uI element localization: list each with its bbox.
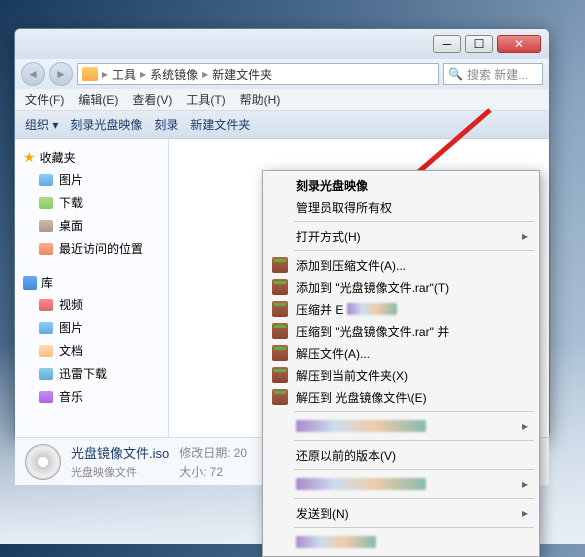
close-button[interactable]: ✕ — [497, 35, 541, 53]
minimize-button[interactable]: ─ — [433, 35, 461, 53]
ctx-take-ownership[interactable]: 管理员取得所有权 — [266, 196, 536, 218]
sidebar-item-music[interactable]: 音乐 — [19, 385, 164, 408]
back-button[interactable]: ◄ — [21, 62, 45, 86]
separator — [294, 527, 534, 528]
search-icon: 🔍 — [448, 67, 463, 81]
chevron-right-icon: ▸ — [522, 419, 528, 433]
separator — [294, 440, 534, 441]
thunder-icon — [39, 368, 53, 380]
ctx-add-to-rar[interactable]: 添加到 "光盘镜像文件.rar"(T) — [266, 276, 536, 298]
sidebar-item-downloads[interactable]: 下载 — [19, 191, 164, 214]
ctx-unknown-3[interactable] — [266, 531, 536, 553]
ctx-restore-versions[interactable]: 还原以前的版本(V) — [266, 444, 536, 466]
library-icon — [23, 276, 37, 290]
burn-image-button[interactable]: 刻录光盘映像 — [70, 116, 142, 133]
maximize-button[interactable]: ☐ — [465, 35, 493, 53]
sidebar-favorites[interactable]: ★ 收藏夹 — [19, 147, 164, 168]
blurred-text — [296, 420, 426, 432]
rar-icon — [272, 323, 288, 339]
documents-icon — [39, 345, 53, 357]
separator — [294, 469, 534, 470]
titlebar: ─ ☐ ✕ — [15, 29, 549, 59]
separator — [294, 250, 534, 251]
ctx-compress-to[interactable]: 压缩到 "光盘镜像文件.rar" 并 — [266, 320, 536, 342]
ctx-send-to[interactable]: 发送到(N)▸ — [266, 502, 536, 524]
rar-icon — [272, 389, 288, 405]
chevron-right-icon: ▸ — [522, 477, 528, 491]
menu-help[interactable]: 帮助(H) — [240, 91, 281, 108]
sidebar-item-desktop[interactable]: 桌面 — [19, 214, 164, 237]
star-icon: ★ — [23, 149, 36, 166]
rar-icon — [272, 257, 288, 273]
organize-button[interactable]: 组织 ▾ — [25, 116, 58, 133]
file-name: 光盘镜像文件.iso — [71, 443, 169, 462]
ctx-extract[interactable]: 解压文件(A)... — [266, 342, 536, 364]
sidebar-item-videos[interactable]: 视频 — [19, 293, 164, 316]
blurred-text — [347, 303, 397, 315]
toolbar: 组织 ▾ 刻录光盘映像 刻录 新建文件夹 — [15, 111, 549, 139]
crumb-2[interactable]: 系统镜像 — [150, 66, 198, 83]
crumb-1[interactable]: 工具 — [112, 66, 136, 83]
rar-icon — [272, 301, 288, 317]
sidebar-item-documents[interactable]: 文档 — [19, 339, 164, 362]
desktop-icon — [39, 220, 53, 232]
separator — [294, 411, 534, 412]
rar-icon — [272, 345, 288, 361]
downloads-icon — [39, 197, 53, 209]
rar-icon — [272, 367, 288, 383]
ctx-open-with[interactable]: 打开方式(H)▸ — [266, 225, 536, 247]
separator — [294, 221, 534, 222]
chevron-right-icon: ▸ — [522, 506, 528, 520]
address-bar[interactable]: ▸ 工具 ▸ 系统镜像 ▸ 新建文件夹 — [77, 63, 439, 85]
blurred-text — [296, 478, 426, 490]
ctx-extract-to[interactable]: 解压到 光盘镜像文件\(E) — [266, 386, 536, 408]
menu-view[interactable]: 查看(V) — [132, 91, 172, 108]
menubar: 文件(F) 编辑(E) 查看(V) 工具(T) 帮助(H) — [15, 89, 549, 111]
ctx-add-archive[interactable]: 添加到压缩文件(A)... — [266, 254, 536, 276]
folder-icon — [82, 67, 98, 81]
context-menu: 刻录光盘映像 管理员取得所有权 打开方式(H)▸ 添加到压缩文件(A)... 添… — [262, 170, 540, 557]
sidebar-item-recent[interactable]: 最近访问的位置 — [19, 237, 164, 260]
burn-button[interactable]: 刻录 — [154, 116, 178, 133]
menu-tools[interactable]: 工具(T) — [186, 91, 225, 108]
videos-icon — [39, 299, 53, 311]
music-icon — [39, 391, 53, 403]
separator — [294, 498, 534, 499]
crumb-3[interactable]: 新建文件夹 — [212, 66, 272, 83]
menu-file[interactable]: 文件(F) — [25, 91, 64, 108]
file-type: 光盘映像文件 — [71, 464, 169, 480]
chevron-right-icon: ▸ — [522, 229, 528, 243]
sidebar-libraries[interactable]: 库 — [19, 272, 164, 293]
ctx-unknown-1[interactable]: ▸ — [266, 415, 536, 437]
new-folder-button[interactable]: 新建文件夹 — [190, 116, 250, 133]
recent-icon — [39, 243, 53, 255]
pictures-icon — [39, 174, 53, 186]
ctx-burn-image[interactable]: 刻录光盘映像 — [266, 174, 536, 196]
blurred-text — [296, 536, 376, 548]
search-placeholder: 搜索 新建... — [467, 66, 528, 83]
pictures-icon — [39, 322, 53, 334]
search-input[interactable]: 🔍 搜索 新建... — [443, 63, 543, 85]
ctx-compress-email[interactable]: 压缩并 E — [266, 298, 536, 320]
sidebar-item-thunder[interactable]: 迅雷下载 — [19, 362, 164, 385]
disc-icon — [25, 444, 61, 480]
navbar: ◄ ► ▸ 工具 ▸ 系统镜像 ▸ 新建文件夹 🔍 搜索 新建... — [15, 59, 549, 89]
sidebar-item-pictures[interactable]: 图片 — [19, 168, 164, 191]
sidebar-item-lib-pictures[interactable]: 图片 — [19, 316, 164, 339]
rar-icon — [272, 279, 288, 295]
menu-edit[interactable]: 编辑(E) — [78, 91, 118, 108]
forward-button[interactable]: ► — [49, 62, 73, 86]
sidebar: ★ 收藏夹 图片 下载 桌面 最近访问的位置 库 视频 图片 文档 迅雷下载 音… — [15, 139, 169, 437]
ctx-unknown-2[interactable]: ▸ — [266, 473, 536, 495]
ctx-extract-here[interactable]: 解压到当前文件夹(X) — [266, 364, 536, 386]
